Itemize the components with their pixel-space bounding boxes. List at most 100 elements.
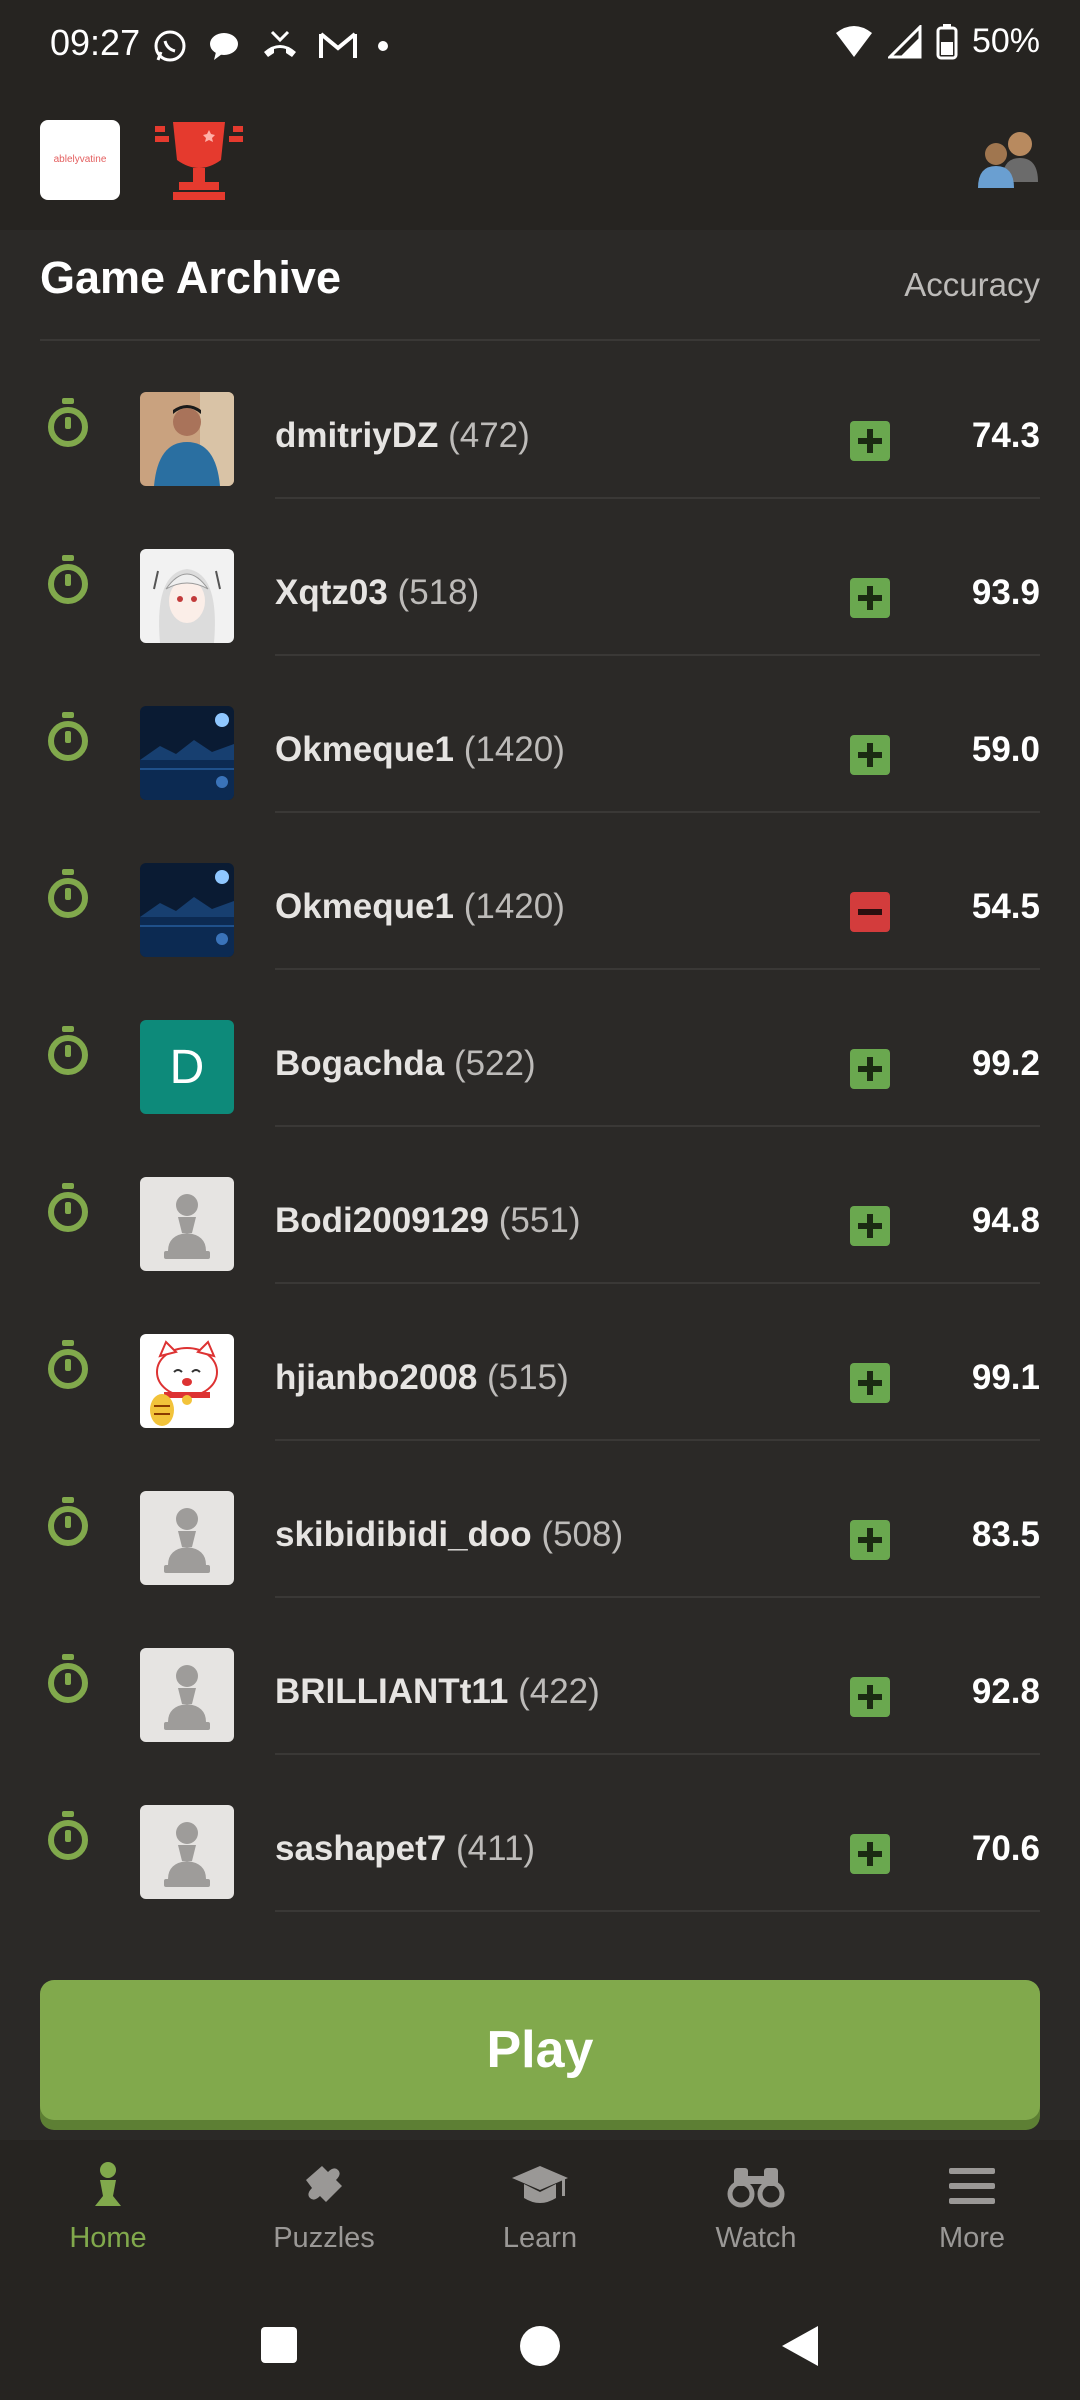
win-icon (850, 1363, 890, 1403)
game-row[interactable]: Xqtz03 (518) 93.9 (0, 499, 1080, 656)
avatar[interactable]: D (140, 1020, 234, 1114)
win-icon (850, 421, 890, 461)
nav-learn-label: Learn (502, 2222, 578, 2254)
notification-icons (152, 28, 390, 64)
opponent-username: Okmeque1 (275, 730, 454, 769)
avatar[interactable] (140, 1805, 234, 1899)
accuracy-column-label: Accuracy (904, 266, 1040, 303)
opponent-name: Bogachda (522) (275, 1044, 536, 1084)
friends-icon[interactable] (974, 126, 1042, 190)
rapid-timer-icon (46, 555, 90, 605)
accuracy-value: 94.8 (971, 1201, 1040, 1240)
trophy-icon[interactable] (155, 120, 243, 200)
home-button-icon[interactable] (518, 2324, 562, 2368)
accuracy-value: 99.2 (971, 1044, 1040, 1083)
opponent-username: Okmeque1 (275, 887, 454, 926)
dot-icon (378, 41, 388, 51)
opponent-username: Bogachda (275, 1044, 445, 1083)
accuracy-value: 70.6 (971, 1829, 1040, 1868)
opponent-username: sashapet7 (275, 1829, 447, 1868)
rapid-timer-icon (46, 1654, 90, 1704)
missed-call-icon (264, 30, 296, 57)
opponent-name: Okmeque1 (1420) (275, 887, 565, 927)
nav-more[interactable]: More (872, 2160, 1072, 2280)
win-icon (850, 735, 890, 775)
back-icon[interactable] (780, 2324, 820, 2368)
accuracy-value: 83.5 (971, 1515, 1040, 1554)
avatar[interactable] (140, 1491, 234, 1585)
game-row[interactable]: dmitriyDZ (472) 74.3 (0, 342, 1080, 499)
opponent-username: dmitriyDZ (275, 416, 439, 455)
opponent-rating: (1420) (463, 730, 565, 769)
opponent-rating: (508) (541, 1515, 624, 1554)
opponent-rating: (472) (448, 416, 530, 455)
battery-icon (936, 23, 958, 59)
nav-home[interactable]: Home (8, 2160, 208, 2280)
system-nav (0, 2290, 1080, 2400)
accuracy-value: 54.5 (971, 887, 1040, 926)
opponent-rating: (411) (455, 1829, 536, 1868)
avatar[interactable] (140, 706, 234, 800)
game-row[interactable]: Okmeque1 (1420) 54.5 (0, 813, 1080, 970)
divider (40, 339, 1040, 341)
game-row[interactable]: BRILLIANTt11 (422) 92.8 (0, 1598, 1080, 1755)
logo-text: ablelyvatine (53, 154, 107, 165)
accuracy-value: 59.0 (971, 730, 1040, 769)
status-time: 09:27 (50, 22, 141, 63)
avatar-letter: D (140, 1020, 234, 1114)
opponent-name: skibidibidi_doo (508) (275, 1515, 623, 1555)
binoculars-icon (727, 2168, 785, 2208)
avatar[interactable] (140, 549, 234, 643)
rapid-timer-icon (46, 1811, 90, 1861)
archive-header: Game Archive Accuracy (0, 230, 1080, 341)
avatar[interactable] (140, 1177, 234, 1271)
opponent-name: dmitriyDZ (472) (275, 416, 530, 456)
recents-icon[interactable] (260, 2326, 298, 2364)
divider (275, 1910, 1040, 1912)
game-row[interactable]: Bodi2009129 (551) 94.8 (0, 1127, 1080, 1284)
opponent-username: Bodi2009129 (275, 1201, 490, 1240)
play-button[interactable]: Play (40, 1980, 1040, 2120)
loss-icon (850, 892, 890, 932)
nav-puzzles-label: Puzzles (273, 2222, 375, 2254)
bottom-nav: Home Puzzles Learn Watch More (0, 2140, 1080, 2290)
profile-logo[interactable]: ablelyvatine (40, 120, 120, 200)
accuracy-value: 92.8 (971, 1672, 1040, 1711)
nav-learn[interactable]: Learn (440, 2160, 640, 2280)
opponent-rating: (522) (453, 1044, 536, 1083)
opponent-username: BRILLIANTt11 (275, 1672, 509, 1711)
rapid-timer-icon (46, 869, 90, 919)
opponent-username: hjianbo2008 (275, 1358, 478, 1397)
opponent-rating: (518) (397, 573, 480, 612)
game-row[interactable]: D Bogachda (522) 99.2 (0, 970, 1080, 1127)
rapid-timer-icon (46, 398, 90, 448)
rapid-timer-icon (46, 1026, 90, 1076)
nav-watch[interactable]: Watch (656, 2160, 856, 2280)
page-title: Game Archive (40, 252, 341, 303)
game-row[interactable]: skibidibidi_doo (508) 83.5 (0, 1441, 1080, 1598)
game-row[interactable]: hjianbo2008 (515) 99.1 (0, 1284, 1080, 1441)
nav-puzzles[interactable]: Puzzles (224, 2160, 424, 2280)
graduation-cap-icon (512, 2166, 568, 2203)
game-row[interactable]: Okmeque1 (1420) 59.0 (0, 656, 1080, 813)
status-right: 50% (834, 22, 1040, 61)
play-area: Play (0, 1950, 1080, 2140)
avatar[interactable] (140, 392, 234, 486)
avatar[interactable] (140, 1648, 234, 1742)
win-icon (850, 1520, 890, 1560)
avatar[interactable] (140, 863, 234, 957)
game-row[interactable]: sashapet7 (411) 70.6 (0, 1755, 1080, 1912)
accuracy-value: 99.1 (971, 1358, 1040, 1397)
opponent-rating: (551) (498, 1201, 581, 1240)
accuracy-value: 93.9 (971, 573, 1040, 612)
nav-more-label: More (938, 2222, 1006, 2254)
rapid-timer-icon (46, 712, 90, 762)
rapid-timer-icon (46, 1340, 90, 1390)
nav-home-label: Home (69, 2222, 147, 2254)
win-icon (850, 1206, 890, 1246)
avatar[interactable] (140, 1334, 234, 1428)
game-list: dmitriyDZ (472) 74.3 Xqtz03 (518) 93.9 Okmeq… (0, 342, 1080, 1912)
rapid-timer-icon (46, 1497, 90, 1547)
win-icon (850, 1834, 890, 1874)
home-icon (95, 2162, 121, 2206)
